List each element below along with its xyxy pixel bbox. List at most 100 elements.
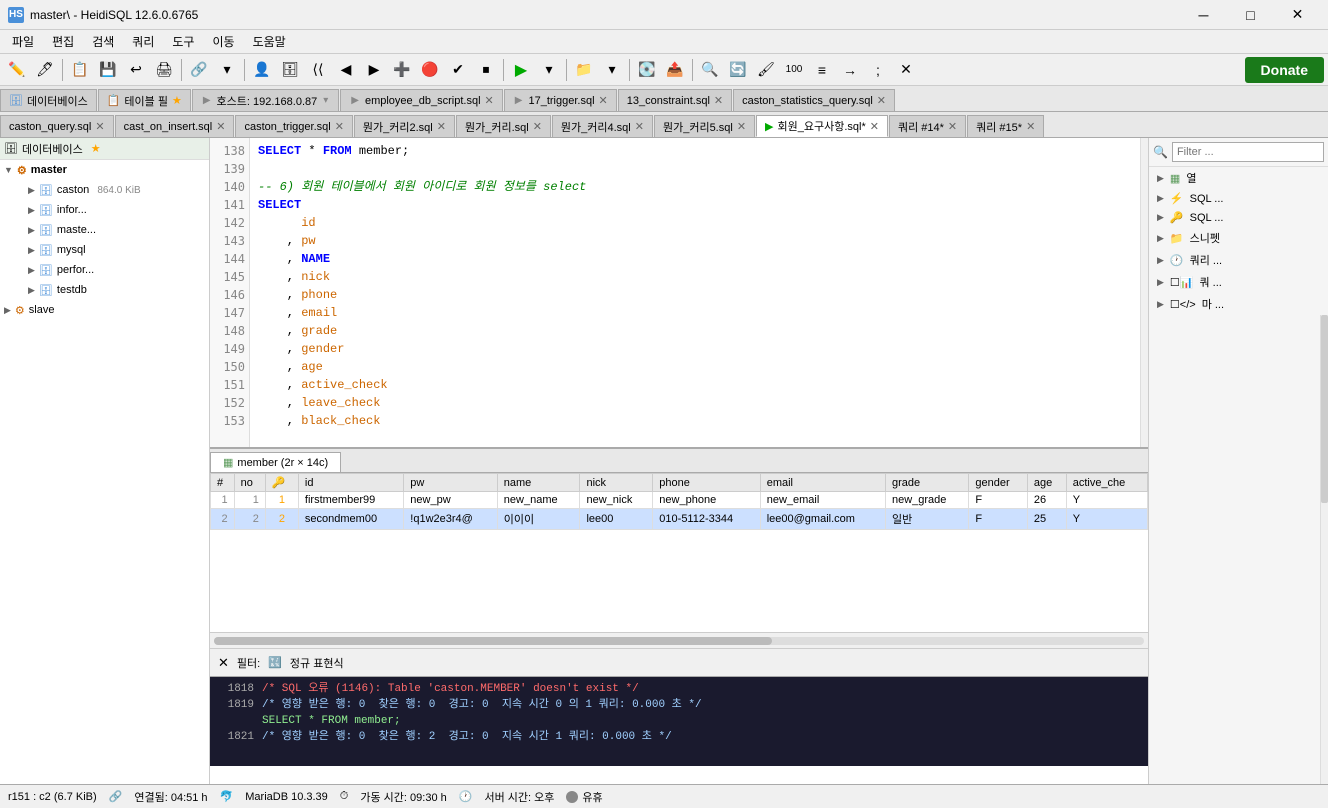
tab-caston-stats[interactable]: caston_statistics_query.sql ✕: [733, 89, 895, 111]
menu-tools[interactable]: 도구: [164, 31, 202, 52]
right-panel-scrollbar[interactable]: [1320, 315, 1328, 784]
tab-caston-stats-close[interactable]: ✕: [877, 94, 886, 107]
tab-caston-query-close[interactable]: ✕: [95, 120, 104, 133]
tb-folder-arrow[interactable]: ▾: [599, 57, 625, 83]
sidebar-item-slave[interactable]: ▶ ⚙ slave: [0, 300, 209, 320]
sidebar-item-infor[interactable]: ▶ 🗄 infor...: [0, 200, 209, 220]
menu-help[interactable]: 도움말: [245, 31, 294, 52]
tb-search[interactable]: 🔍: [697, 57, 723, 83]
tab-caston-trigger-close[interactable]: ✕: [335, 120, 344, 133]
tab-trigger17[interactable]: ▶ 17_trigger.sql ✕: [504, 89, 617, 111]
tb-floppy[interactable]: 💽: [634, 57, 660, 83]
tb-undo[interactable]: ↩: [123, 57, 149, 83]
tab-employee[interactable]: ▶ employee_db_script.sql ✕: [340, 89, 503, 111]
tb-cancel[interactable]: 🔴: [417, 57, 443, 83]
tb-db[interactable]: 🗄: [277, 57, 303, 83]
tab-constraint13-close[interactable]: ✕: [714, 94, 723, 107]
tb-close-x[interactable]: ✕: [893, 57, 919, 83]
result-tab-member[interactable]: ▦ member (2r × 14c): [210, 452, 341, 472]
sidebar-item-caston[interactable]: ▶ 🗄 caston 864.0 KiB: [0, 180, 209, 200]
tab-query15-close[interactable]: ✕: [1026, 120, 1035, 133]
panel-item-col[interactable]: ▶ ▦ 열: [1149, 167, 1328, 189]
tb-connect[interactable]: 🔗: [186, 57, 212, 83]
panel-item-code[interactable]: ▶ ☐</> 마 ...: [1149, 293, 1328, 315]
sidebar-item-testdb[interactable]: ▶ 🗄 testdb: [0, 280, 209, 300]
tab-query4[interactable]: 뭔가_커리4.sql ✕: [552, 115, 653, 137]
panel-item-query[interactable]: ▶ 🕐 쿼리 ...: [1149, 249, 1328, 271]
sidebar-item-perfor[interactable]: ▶ 🗄 perfor...: [0, 260, 209, 280]
menu-edit[interactable]: 편집: [44, 31, 82, 52]
tab-cast-insert[interactable]: cast_on_insert.sql ✕: [115, 115, 235, 137]
scrollbar-thumb[interactable]: [214, 637, 772, 645]
tb-play[interactable]: ▶: [508, 57, 534, 83]
tb-play-arrow[interactable]: ▾: [536, 57, 562, 83]
tb-check[interactable]: ✔: [445, 57, 471, 83]
tb-add[interactable]: ➕: [389, 57, 415, 83]
editor-scrollbar[interactable]: [1140, 138, 1148, 447]
menu-file[interactable]: 파일: [4, 31, 42, 52]
tb-brush[interactable]: 🖌: [753, 57, 779, 83]
tb-connect-arrow[interactable]: ▾: [214, 57, 240, 83]
tab-cast-insert-close[interactable]: ✕: [216, 120, 225, 133]
result-table-container[interactable]: # no 🔑 id pw name nick phone email grade…: [210, 473, 1148, 632]
tb-next[interactable]: ▶: [361, 57, 387, 83]
tab-db[interactable]: 🗄 데이터베이스: [0, 89, 97, 111]
tab-query14[interactable]: 쿼리 #14* ✕: [889, 115, 966, 137]
right-panel-scrollbar-thumb[interactable]: [1321, 315, 1328, 503]
close-button[interactable]: ✕: [1275, 0, 1320, 30]
filter-input[interactable]: [1172, 142, 1324, 162]
tab-caston-trigger[interactable]: caston_trigger.sql ✕: [235, 115, 352, 137]
scrollbar-track[interactable]: [214, 637, 1144, 645]
sidebar-item-maste[interactable]: ▶ 🗄 maste...: [0, 220, 209, 240]
tab-caston-query[interactable]: caston_query.sql ✕: [0, 115, 114, 137]
tb-pen[interactable]: 🖊: [32, 57, 58, 83]
code-textarea[interactable]: SELECT * FROM member; -- 6) 회원 테이블에서 회원 …: [250, 138, 1140, 447]
tb-prev[interactable]: ◀: [333, 57, 359, 83]
tb-counter[interactable]: 100: [781, 57, 807, 83]
tab-constraint13[interactable]: 13_constraint.sql ✕: [618, 89, 732, 111]
menu-navigate[interactable]: 이동: [204, 31, 242, 52]
tab-query1-close[interactable]: ✕: [533, 120, 542, 133]
tab-member-req-close[interactable]: ✕: [870, 120, 879, 133]
panel-item-chart[interactable]: ▶ ☐📊 쿼 ...: [1149, 271, 1328, 293]
tb-new[interactable]: ✏️: [4, 57, 30, 83]
table-row[interactable]: 1 1 1 firstmember99 new_pw new_name new_…: [211, 492, 1148, 509]
minimize-button[interactable]: ─: [1181, 0, 1226, 30]
tab-tablefilter[interactable]: 📋 테이블 필 ★: [98, 89, 191, 111]
menu-search[interactable]: 검색: [84, 31, 122, 52]
panel-item-snippet[interactable]: ▶ 📁 스니펫: [1149, 227, 1328, 249]
tb-import[interactable]: 📤: [662, 57, 688, 83]
donate-button[interactable]: Donate: [1245, 57, 1324, 83]
tb-user[interactable]: 👤: [249, 57, 275, 83]
horizontal-scrollbar[interactable]: [210, 632, 1148, 648]
tab-query15[interactable]: 쿼리 #15* ✕: [967, 115, 1044, 137]
tab-trigger17-close[interactable]: ✕: [599, 94, 608, 107]
tab-member-req[interactable]: ▶ 회원_요구사항.sql* ✕: [756, 115, 888, 137]
tb-arrow-left[interactable]: ⟨⟨: [305, 57, 331, 83]
tb-stop[interactable]: ⏹: [473, 57, 499, 83]
maximize-button[interactable]: □: [1228, 0, 1273, 30]
tb-folder[interactable]: 📁: [571, 57, 597, 83]
tab-query5-close[interactable]: ✕: [737, 120, 746, 133]
panel-item-sql2[interactable]: ▶ 🔑 SQL ...: [1149, 208, 1328, 227]
tab-query2-close[interactable]: ✕: [437, 120, 446, 133]
tb-refresh[interactable]: 🔄: [725, 57, 751, 83]
tb-copy[interactable]: 📋: [67, 57, 93, 83]
tab-query4-close[interactable]: ✕: [635, 120, 644, 133]
tab-query1[interactable]: 뭔가_커리.sql ✕: [456, 115, 551, 137]
tb-semicolon[interactable]: ;: [865, 57, 891, 83]
tab-employee-close[interactable]: ✕: [485, 94, 494, 107]
table-row[interactable]: 2 2 2 secondmem00 !q1w2e3r4@ 이이이 lee00 0…: [211, 509, 1148, 530]
tab-host[interactable]: ▶ 호스트: 192.168.0.87 ▾: [192, 89, 339, 111]
filter-clear-button[interactable]: ✕: [218, 655, 229, 671]
tb-save[interactable]: 💾: [95, 57, 121, 83]
tb-format[interactable]: ≡: [809, 57, 835, 83]
tab-query2[interactable]: 뭔가_커리2.sql ✕: [354, 115, 455, 137]
panel-item-sql1[interactable]: ▶ ⚡ SQL ...: [1149, 189, 1328, 208]
menu-query[interactable]: 쿼리: [124, 31, 162, 52]
tab-query14-close[interactable]: ✕: [948, 120, 957, 133]
sidebar-item-mysql[interactable]: ▶ 🗄 mysql: [0, 240, 209, 260]
tab-query5[interactable]: 뭔가_커리5.sql ✕: [654, 115, 755, 137]
tb-print[interactable]: 🖨: [151, 57, 177, 83]
sidebar-item-master[interactable]: ▼ ⚙ master: [0, 160, 209, 180]
